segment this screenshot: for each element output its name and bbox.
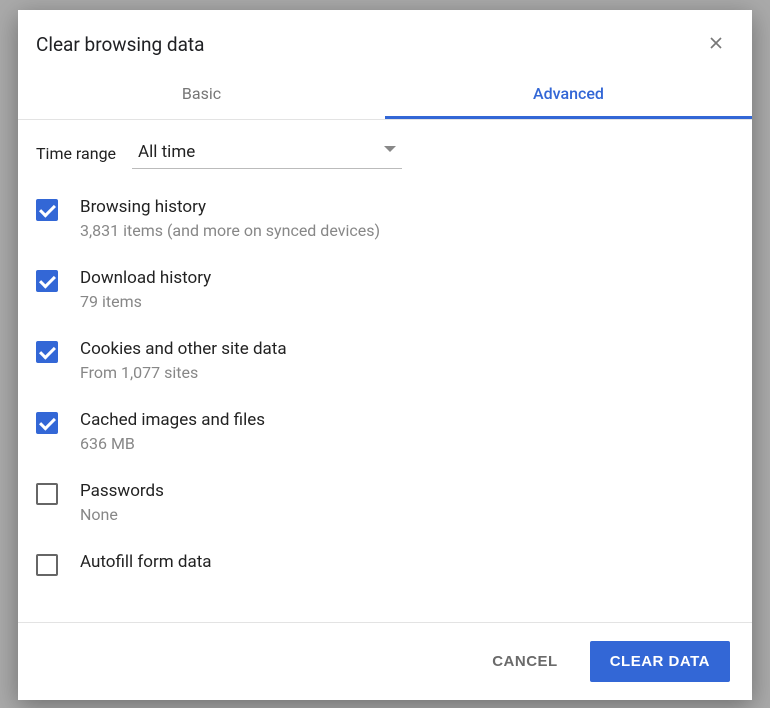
option-row: Cached images and files 636 MB xyxy=(36,410,734,453)
options-list: Browsing history 3,831 items (and more on… xyxy=(36,197,734,622)
option-text: Autofill form data xyxy=(80,552,212,572)
option-title: Browsing history xyxy=(80,197,380,217)
option-title: Cached images and files xyxy=(80,410,265,430)
option-row: Passwords None xyxy=(36,481,734,524)
option-text: Cookies and other site data From 1,077 si… xyxy=(80,339,287,382)
option-title: Autofill form data xyxy=(80,552,212,572)
option-row: Autofill form data xyxy=(36,552,734,576)
option-text: Browsing history 3,831 items (and more on… xyxy=(80,197,380,240)
option-subtitle: From 1,077 sites xyxy=(80,363,287,382)
time-range-label: Time range xyxy=(36,144,116,163)
dialog-title: Clear browsing data xyxy=(36,33,205,56)
checkbox[interactable] xyxy=(36,412,58,434)
tab-advanced[interactable]: Advanced xyxy=(385,70,752,119)
option-row: Browsing history 3,831 items (and more on… xyxy=(36,197,734,240)
checkbox[interactable] xyxy=(36,483,58,505)
option-subtitle: 3,831 items (and more on synced devices) xyxy=(80,221,380,240)
checkbox[interactable] xyxy=(36,554,58,576)
option-text: Cached images and files 636 MB xyxy=(80,410,265,453)
tabs: Basic Advanced xyxy=(18,70,752,120)
cancel-button[interactable]: CANCEL xyxy=(472,641,578,682)
option-row: Cookies and other site data From 1,077 si… xyxy=(36,339,734,382)
option-row: Download history 79 items xyxy=(36,268,734,311)
option-subtitle: None xyxy=(80,505,164,524)
checkbox[interactable] xyxy=(36,199,58,221)
clear-data-button[interactable]: CLEAR DATA xyxy=(590,641,730,682)
option-text: Download history 79 items xyxy=(80,268,211,311)
option-title: Cookies and other site data xyxy=(80,339,287,359)
time-range-value: All time xyxy=(138,142,195,162)
option-title: Passwords xyxy=(80,481,164,501)
clear-browsing-data-dialog: Clear browsing data Basic Advanced Time … xyxy=(18,10,752,700)
close-icon xyxy=(706,33,726,53)
time-range-select[interactable]: All time xyxy=(132,138,402,169)
checkbox[interactable] xyxy=(36,341,58,363)
chevron-down-icon xyxy=(384,146,396,152)
option-subtitle: 79 items xyxy=(80,292,211,311)
close-button[interactable] xyxy=(702,30,730,58)
option-subtitle: 636 MB xyxy=(80,434,265,453)
checkbox[interactable] xyxy=(36,270,58,292)
option-title: Download history xyxy=(80,268,211,288)
tab-basic[interactable]: Basic xyxy=(18,70,385,119)
option-text: Passwords None xyxy=(80,481,164,524)
